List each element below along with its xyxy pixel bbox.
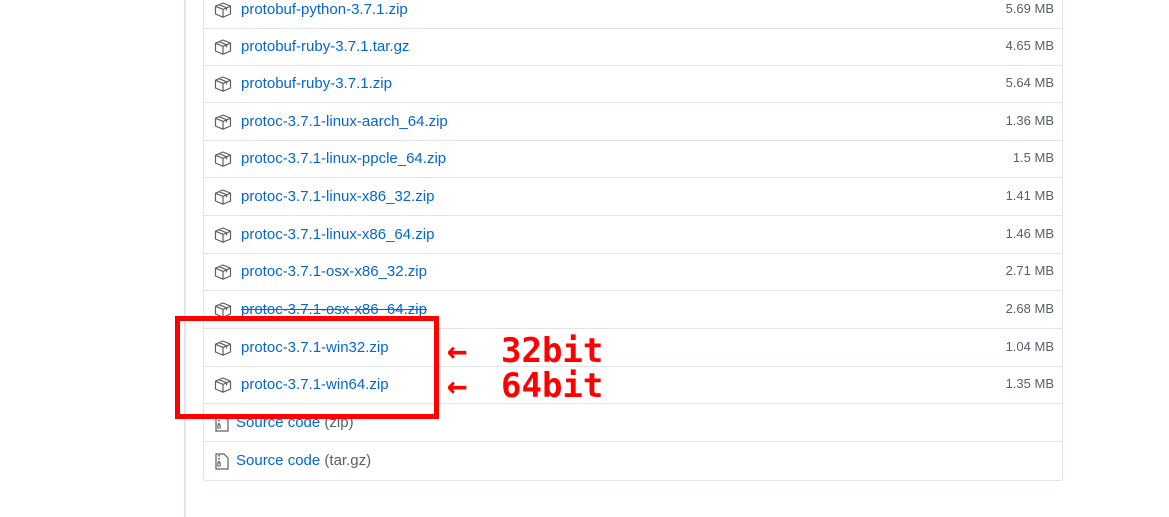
highlight-box bbox=[175, 316, 439, 419]
asset-row: protobuf-ruby-3.7.1.tar.gz 4.65 MB bbox=[204, 29, 1062, 66]
asset-row: protobuf-ruby-3.7.1.zip 5.64 MB bbox=[204, 66, 1062, 103]
asset-size: 2.71 MB bbox=[1005, 263, 1054, 278]
annotation-label: 32bit bbox=[501, 331, 604, 371]
asset-size: 2.68 MB bbox=[1005, 301, 1054, 316]
asset-row: protoc-3.7.1-linux-aarch_64.zip 1.36 MB bbox=[204, 104, 1062, 141]
asset-link[interactable]: protoc-3.7.1-linux-x86_32.zip bbox=[241, 188, 434, 205]
asset-link[interactable]: protobuf-ruby-3.7.1.tar.gz bbox=[241, 38, 409, 55]
asset-link[interactable]: protobuf-python-3.7.1.zip bbox=[241, 1, 408, 18]
source-code-label: Source code bbox=[236, 452, 321, 469]
asset-link[interactable]: protobuf-ruby-3.7.1.zip bbox=[241, 75, 392, 92]
asset-size: 1.41 MB bbox=[1005, 188, 1054, 203]
annotation-64bit: ← 64bit bbox=[447, 369, 603, 403]
asset-size: 1.5 MB bbox=[1012, 150, 1054, 165]
asset-size: 1.46 MB bbox=[1005, 226, 1054, 241]
asset-size: 5.69 MB bbox=[1005, 1, 1054, 16]
annotation-32bit: ← 32bit bbox=[447, 334, 603, 368]
timeline-line bbox=[184, 0, 186, 517]
asset-row: protobuf-python-3.7.1.zip 5.69 MB bbox=[204, 0, 1062, 29]
asset-link[interactable]: protoc-3.7.1-linux-ppcle_64.zip bbox=[241, 150, 446, 167]
asset-row: protoc-3.7.1-linux-x86_64.zip 1.46 MB bbox=[204, 217, 1062, 254]
package-icon bbox=[214, 2, 232, 18]
release-assets-page: protobuf-python-3.7.1.zip 5.69 MB protob… bbox=[0, 0, 1169, 517]
package-icon bbox=[214, 114, 232, 130]
asset-row: protoc-3.7.1-linux-x86_32.zip 1.41 MB bbox=[204, 179, 1062, 216]
package-icon bbox=[214, 227, 232, 243]
asset-link[interactable]: protoc-3.7.1-osx-x86_32.zip bbox=[241, 263, 427, 280]
arrow-icon: ← bbox=[447, 366, 468, 406]
package-icon bbox=[214, 39, 232, 55]
asset-size: 1.04 MB bbox=[1005, 339, 1054, 354]
asset-link[interactable]: protoc-3.7.1-linux-aarch_64.zip bbox=[241, 113, 448, 130]
source-code-ext: (tar.gz) bbox=[324, 452, 372, 469]
annotation-label: 64bit bbox=[501, 366, 604, 406]
source-code-row: Source code (tar.gz) bbox=[204, 443, 1062, 480]
package-icon bbox=[214, 264, 232, 280]
package-icon bbox=[214, 151, 232, 167]
asset-row: protoc-3.7.1-linux-ppcle_64.zip 1.5 MB bbox=[204, 141, 1062, 178]
asset-size: 4.65 MB bbox=[1005, 38, 1054, 53]
package-icon bbox=[214, 189, 232, 205]
file-zip-icon bbox=[215, 453, 229, 470]
package-icon bbox=[214, 76, 232, 92]
asset-link[interactable]: protoc-3.7.1-linux-x86_64.zip bbox=[241, 226, 434, 243]
asset-row: protoc-3.7.1-osx-x86_32.zip 2.71 MB bbox=[204, 254, 1062, 291]
asset-size: 1.36 MB bbox=[1005, 113, 1054, 128]
arrow-icon: ← bbox=[447, 331, 468, 371]
source-code-link[interactable]: Source code (tar.gz) bbox=[236, 452, 371, 469]
asset-size: 5.64 MB bbox=[1005, 75, 1054, 90]
asset-size: 1.35 MB bbox=[1005, 376, 1054, 391]
